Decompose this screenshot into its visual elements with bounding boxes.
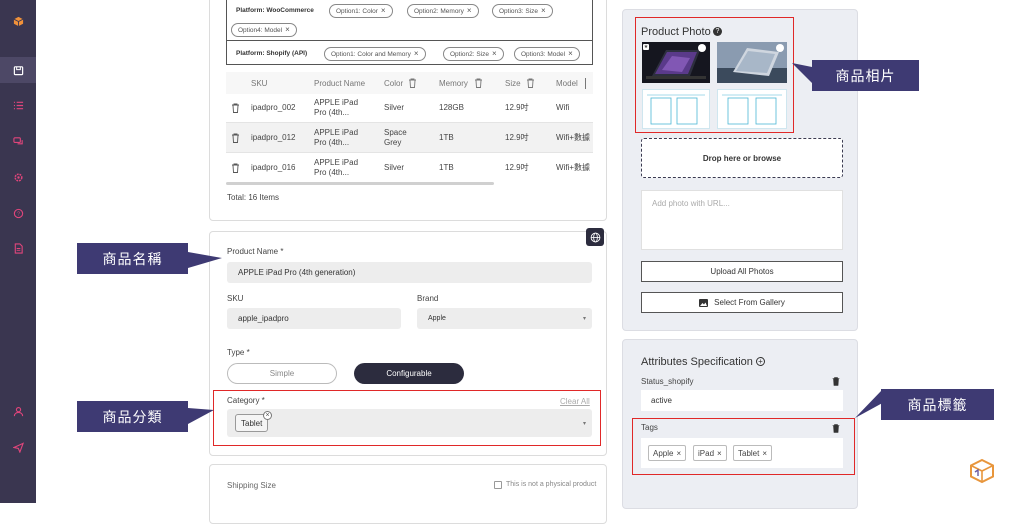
photo-callout: 商品相片 [812,60,919,91]
category-callout-pointer [188,408,214,424]
category-callout: 商品分類 [77,401,188,432]
name-callout-pointer [188,252,222,268]
brand-logo-icon [969,458,995,486]
tags-callout: 商品標籤 [881,389,994,420]
name-callout: 商品名稱 [77,243,188,274]
photo-callout-pointer [792,63,812,83]
